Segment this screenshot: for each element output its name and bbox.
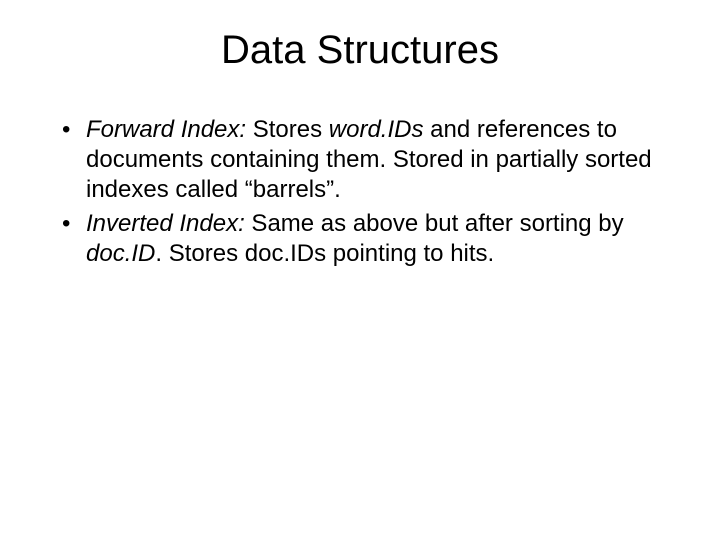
term-label: Inverted Index: [86, 210, 245, 237]
slide: Data Structures Forward Index: Stores wo… [0, 0, 720, 540]
bullet-list: Forward Index: Stores word.IDs and refer… [50, 115, 670, 269]
list-item: Forward Index: Stores word.IDs and refer… [60, 115, 670, 205]
italic-text: word.IDs [329, 116, 424, 143]
body-text: . Stores doc.IDs pointing to hits. [155, 240, 494, 267]
italic-text: doc.ID [86, 240, 155, 267]
body-text: Stores [246, 116, 329, 143]
body-text: Same as above but after sorting by [245, 210, 624, 237]
slide-title: Data Structures [50, 28, 670, 73]
term-label: Forward Index: [86, 116, 246, 143]
list-item: Inverted Index: Same as above but after … [60, 209, 670, 269]
